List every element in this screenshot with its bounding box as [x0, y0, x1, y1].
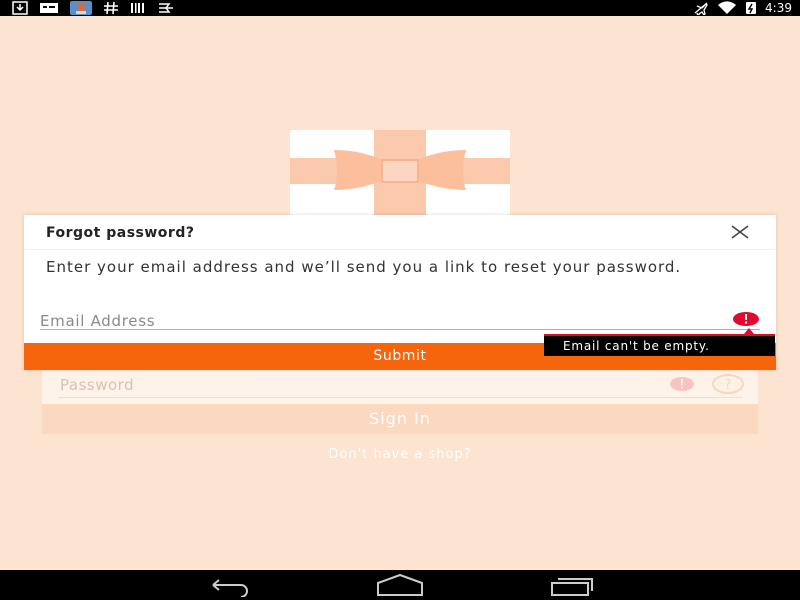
email-field[interactable]: [40, 311, 744, 331]
password-placeholder: Password: [60, 376, 135, 394]
password-underline: [58, 397, 742, 398]
status-bar-right-icons: 4:39: [693, 0, 792, 16]
wifi-icon: [718, 1, 737, 14]
no-shop-link: Don't have a shop?: [328, 447, 472, 462]
airplane-muted-icon: [694, 2, 708, 15]
dialog-title: Forgot password?: [46, 225, 195, 241]
status-bar-time: 4:39: [765, 1, 792, 15]
download-icon: [12, 1, 28, 15]
navigation-bar: [0, 570, 800, 600]
dialog-divider: [24, 249, 776, 250]
dialog-message: Enter your email address and we’ll send …: [46, 258, 682, 276]
photo-notification-icon: [70, 1, 92, 15]
status-bar: 4:39: [0, 0, 800, 16]
email-error-icon[interactable]: [732, 311, 760, 327]
email-underline: [40, 329, 760, 330]
recents-icon[interactable]: [548, 573, 596, 597]
close-icon[interactable]: [730, 224, 750, 240]
status-bar-left-icons: [12, 1, 175, 15]
tooltip-pointer: [744, 328, 754, 334]
back-icon[interactable]: [205, 573, 253, 597]
battery-charging-icon: [746, 2, 757, 14]
sign-in-button: Sign In: [42, 404, 758, 434]
check-flag-icon: [159, 3, 173, 13]
hash-icon: [104, 1, 118, 15]
help-icon: ?: [712, 374, 744, 394]
home-icon[interactable]: [374, 573, 426, 597]
svg-text:?: ?: [725, 378, 732, 393]
email-error-tooltip: Email can't be empty.: [544, 328, 775, 356]
password-error-icon: [670, 377, 694, 391]
barcode-icon: [131, 3, 144, 13]
email-error-text: Email can't be empty.: [563, 339, 710, 353]
message-icon: [40, 3, 58, 13]
password-field-background: Password ?: [42, 370, 758, 404]
